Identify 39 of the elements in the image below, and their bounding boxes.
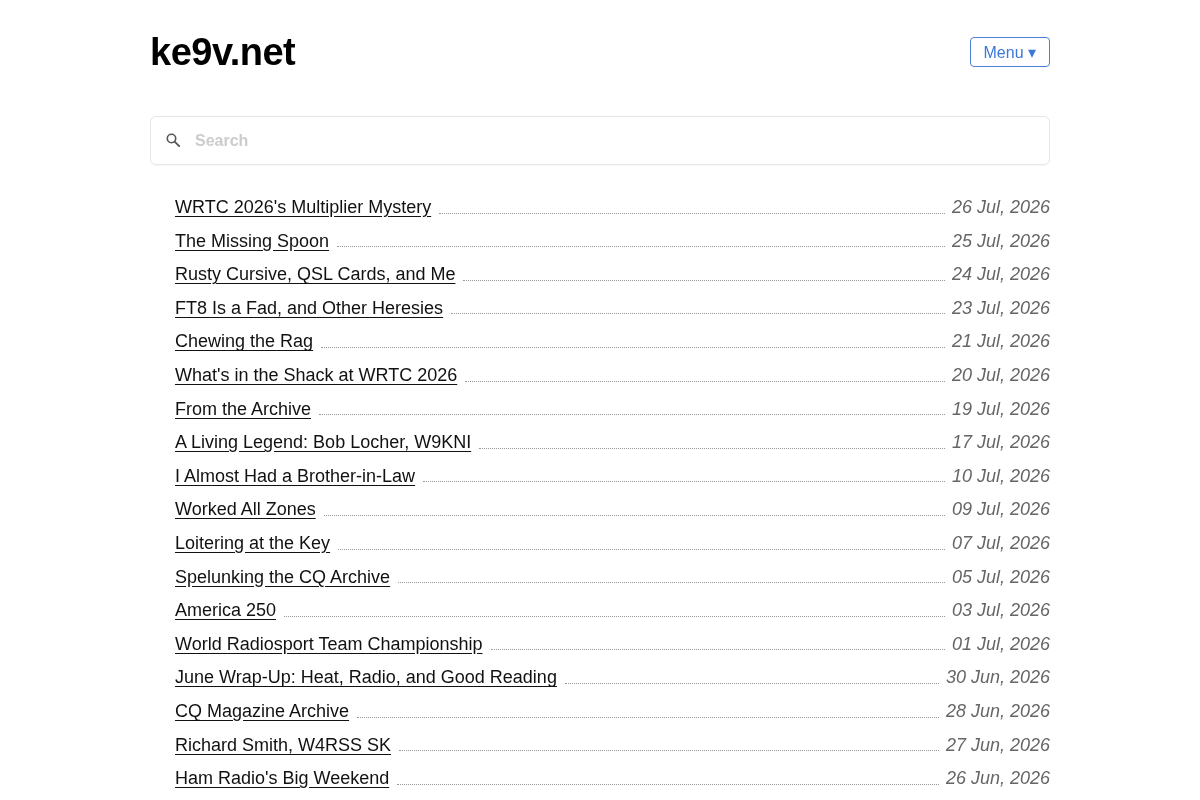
post-link[interactable]: What's in the Shack at WRTC 2026 — [175, 358, 458, 392]
post-date: 05 Jul, 2026 — [951, 565, 1050, 589]
site-title-link[interactable]: ke9v.net — [150, 28, 296, 76]
post-link[interactable]: Spelunking the CQ Archive — [175, 560, 391, 594]
post-date: 20 Jul, 2026 — [951, 363, 1050, 387]
post-date: 23 Jul, 2026 — [951, 296, 1050, 320]
post-date: 19 Jul, 2026 — [951, 397, 1050, 421]
post-date: 07 Jul, 2026 — [951, 531, 1050, 555]
post-date: 03 Jul, 2026 — [951, 599, 1050, 623]
post-link[interactable]: A Living Legend: Bob Locher, W9KNI — [175, 426, 472, 460]
post-date: 24 Jul, 2026 — [951, 263, 1050, 287]
post-link[interactable]: Ham Radio's Big Weekend — [175, 762, 390, 796]
post-link[interactable]: I Almost Had a Brother-in-Law — [175, 459, 416, 493]
post-date: 17 Jul, 2026 — [951, 431, 1050, 455]
post-date: 09 Jul, 2026 — [951, 498, 1050, 522]
post-link[interactable]: From the Archive — [175, 392, 312, 426]
post-date: 21 Jul, 2026 — [951, 330, 1050, 354]
post-date: 25 Jul, 2026 — [951, 229, 1050, 253]
post-date: 27 Jun, 2026 — [945, 733, 1050, 757]
menu-button[interactable]: Menu ▾ — [969, 37, 1050, 67]
post-link[interactable]: WRTC 2026's Multiplier Mystery — [175, 191, 432, 224]
post-link[interactable]: Loitering at the Key — [175, 526, 331, 560]
post-date: 26 Jul, 2026 — [951, 196, 1050, 219]
post-date: 01 Jul, 2026 — [951, 632, 1050, 656]
post-date: 10 Jul, 2026 — [951, 464, 1050, 488]
post-link[interactable]: June Wrap-Up: Heat, Radio, and Good Reading — [175, 661, 557, 695]
post-link[interactable]: FT8 Is a Fad, and Other Heresies — [175, 291, 444, 325]
post-link[interactable]: Chewing the Rag — [175, 325, 314, 359]
post-link[interactable]: The Missing Spoon — [175, 224, 330, 258]
post-date: 28 Jun, 2026 — [945, 699, 1050, 723]
post-link[interactable]: World Radiosport Team Championship — [175, 627, 483, 661]
post-link[interactable]: Rusty Cursive, QSL Cards, and Me — [175, 258, 456, 292]
post-date: 26 Jun, 2026 — [945, 767, 1050, 791]
post-link[interactable]: Richard Smith, W4RSS SK — [175, 728, 392, 762]
post-date: 30 Jun, 2026 — [945, 666, 1050, 690]
post-link[interactable]: Worked All Zones — [175, 493, 316, 527]
post-link[interactable]: CQ Magazine Archive — [175, 694, 350, 728]
search-icon — [166, 133, 180, 147]
post-link[interactable]: America 250 — [175, 594, 277, 628]
